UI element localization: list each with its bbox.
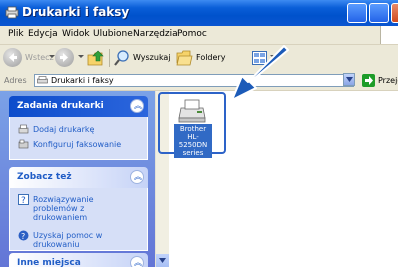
- up-folder-icon[interactable]: [87, 49, 105, 67]
- back-icon: [9, 53, 17, 62]
- other-places-header[interactable]: Inne miejsca ︽: [9, 253, 148, 267]
- chevron-down-icon: [346, 77, 353, 82]
- menu-edit[interactable]: Edycja: [28, 29, 58, 39]
- add-printer-icon: [18, 124, 29, 134]
- printer-tasks-panel: Zadania drukarki ︽ Dodaj drukarkę Konfig…: [9, 96, 148, 160]
- printer-fax-icon: [5, 6, 19, 19]
- menu-bar: Plik Edycja Widok Ulubione Narzędzia Pom…: [0, 26, 398, 45]
- see-also-header[interactable]: Zobacz też ︽: [9, 167, 148, 188]
- see-also-title: Zobacz też: [17, 172, 72, 182]
- troubleshoot-label: Rozwiązywanie problemów z drukowaniem: [33, 195, 94, 222]
- other-places-title: Inne miejsca: [17, 258, 81, 267]
- printer-tasks-header[interactable]: Zadania drukarki ︽: [9, 96, 148, 117]
- window-title: Drukarki i faksy: [22, 5, 130, 19]
- see-also-panel: Zobacz też ︽ ? Rozwiązywanie problemów z…: [9, 167, 148, 251]
- address-label: Adres: [4, 76, 27, 85]
- toolbar-separator: [109, 49, 110, 67]
- other-places-panel: Inne miejsca ︽: [9, 253, 148, 267]
- forward-dropdown-icon[interactable]: [78, 55, 84, 58]
- close-button[interactable]: [391, 3, 398, 23]
- printer-tasks-title: Zadania drukarki: [17, 101, 104, 111]
- printer-fax-icon: [37, 76, 48, 84]
- collapse-button[interactable]: ︽: [130, 256, 144, 267]
- pointer-arrow: [231, 45, 289, 101]
- explorer-window: Drukarki i faksy Plik Edycja Widok Ulubi…: [0, 0, 398, 267]
- scroll-down-button[interactable]: [156, 254, 169, 267]
- search-icon[interactable]: [114, 50, 130, 66]
- title-bar[interactable]: Drukarki i faksy: [0, 0, 398, 26]
- folders-icon[interactable]: [176, 50, 193, 66]
- menu-help[interactable]: Pomoc: [177, 29, 207, 39]
- toolbar: Wstecz Wyszukaj Foldery: [0, 45, 398, 73]
- address-bar: Adres Drukarki i faksy: [0, 72, 398, 91]
- go-icon: [365, 76, 373, 85]
- fax-icon: [18, 139, 29, 149]
- see-also-body: ? Rozwiązywanie problemów z drukowaniem …: [9, 188, 148, 251]
- svg-text:?: ?: [21, 232, 25, 241]
- address-value: Drukarki i faksy: [51, 76, 114, 85]
- back-button[interactable]: [3, 48, 22, 67]
- menu-view[interactable]: Widok: [62, 29, 90, 39]
- maximize-button[interactable]: [369, 3, 389, 23]
- menu-tools[interactable]: Narzędzia: [133, 29, 178, 39]
- printer-icon: [178, 99, 206, 123]
- menu-favorites[interactable]: Ulubione: [93, 29, 133, 39]
- menu-file[interactable]: Plik: [8, 29, 24, 39]
- go-button[interactable]: [362, 74, 375, 87]
- go-label[interactable]: Przejdź: [378, 76, 398, 85]
- chevron-up-icon: ︽: [134, 258, 142, 267]
- help-icon: ?: [18, 194, 29, 205]
- address-input[interactable]: Drukarki i faksy: [34, 74, 354, 87]
- chevron-up-icon: ︽: [134, 172, 142, 181]
- folders-label[interactable]: Foldery: [196, 53, 225, 62]
- configure-fax-label: Konfiguruj faksowanie: [33, 140, 122, 149]
- windows-logo: [380, 26, 398, 44]
- printer-item[interactable]: Brother HL-5250DN series: [158, 92, 226, 158]
- add-printer-label: Dodaj drukarkę: [33, 125, 95, 134]
- chevron-down-icon: [159, 258, 166, 263]
- chevron-up-icon: ︽: [134, 101, 142, 110]
- forward-button[interactable]: [55, 48, 74, 67]
- printer-name: Brother HL-5250DN series: [174, 124, 212, 158]
- collapse-button[interactable]: ︽: [130, 170, 144, 184]
- task-pane: Zadania drukarki ︽ Dodaj drukarkę Konfig…: [0, 91, 155, 267]
- help-globe-icon: ?: [18, 230, 29, 241]
- minimize-button[interactable]: [347, 3, 367, 23]
- collapse-button[interactable]: ︽: [130, 99, 144, 113]
- address-dropdown-button[interactable]: [343, 73, 355, 86]
- printer-tasks-body: Dodaj drukarkę Konfiguruj faksowanie: [9, 117, 148, 160]
- search-label[interactable]: Wyszukaj: [133, 53, 171, 62]
- printing-help-label: Uzyskaj pomoc w drukowaniu: [33, 231, 103, 249]
- forward-icon: [60, 53, 68, 62]
- svg-text:?: ?: [21, 196, 26, 205]
